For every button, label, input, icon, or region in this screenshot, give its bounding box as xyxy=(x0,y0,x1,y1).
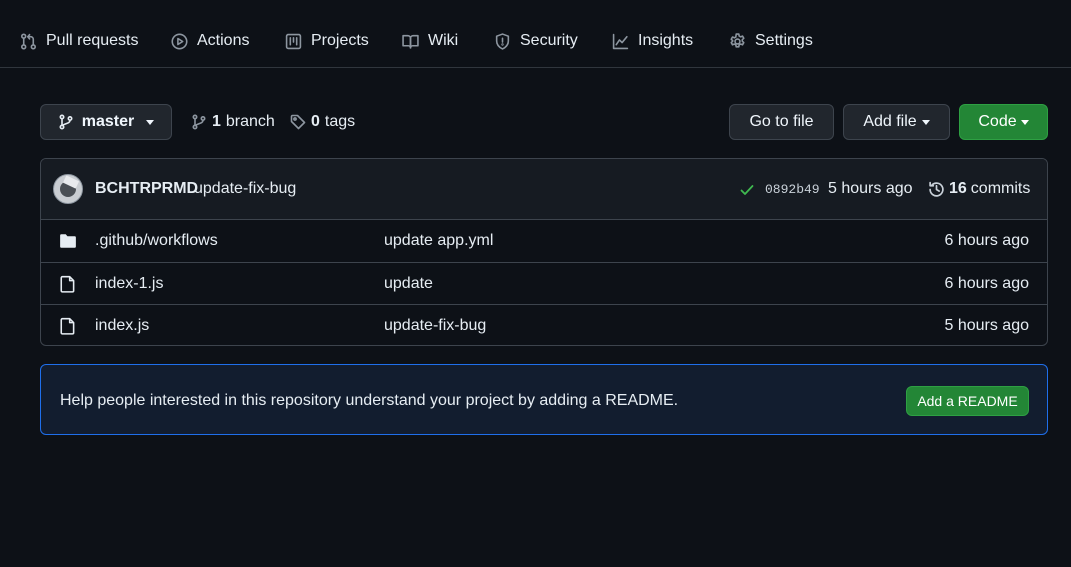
chevron-down-icon xyxy=(921,119,930,125)
repo-nav: Pull requests Actions Projects Wiki Secu… xyxy=(0,0,1071,68)
pull-request-icon xyxy=(21,32,36,50)
history-icon xyxy=(929,181,944,197)
nav-pull-requests[interactable]: Pull requests xyxy=(20,29,139,53)
play-circle-icon xyxy=(171,32,188,50)
readme-banner-text: Help people interested in this repositor… xyxy=(60,392,679,409)
branches-link[interactable]: 1 branch xyxy=(191,110,275,134)
branch-word: branch xyxy=(225,113,275,130)
add-readme-label: Add a README xyxy=(917,393,1018,409)
commit-author[interactable]: BCHTRPRMD xyxy=(95,180,198,198)
tag-word: tags xyxy=(324,113,356,130)
code-button[interactable]: Code xyxy=(959,104,1048,140)
project-board-icon xyxy=(285,33,302,49)
nav-label: Wiki xyxy=(428,32,459,49)
commit-time: 5 hours ago xyxy=(828,180,913,197)
commit-count-word: commits xyxy=(970,180,1031,197)
branch-icon xyxy=(59,114,73,130)
nav-security[interactable]: Security xyxy=(494,29,578,53)
file-name[interactable]: index-1.js xyxy=(95,275,163,293)
tag-count: 0 xyxy=(311,113,320,130)
gear-icon xyxy=(730,32,745,48)
graph-icon xyxy=(612,33,629,49)
file-commit-message[interactable]: update app.yml xyxy=(384,232,493,250)
branch-icon xyxy=(192,114,206,130)
readme-banner: Help people interested in this repositor… xyxy=(40,364,1048,435)
commit-message[interactable]: update-fix-bug xyxy=(194,180,296,198)
avatar[interactable] xyxy=(53,174,83,204)
nav-label: Projects xyxy=(311,32,369,49)
add-file-button[interactable]: Add file xyxy=(843,104,950,140)
latest-commit: BCHTRPRMD update-fix-bug 0892b49 5 hours… xyxy=(41,159,1047,220)
nav-wiki[interactable]: Wiki xyxy=(402,29,458,53)
commit-count: 16 xyxy=(949,180,967,197)
code-label: Code xyxy=(978,113,1017,130)
commits-link[interactable]: 16 commits xyxy=(928,180,1030,198)
file-time: 6 hours ago xyxy=(944,275,1029,292)
file-name[interactable]: index.js xyxy=(95,317,149,335)
branch-selector[interactable]: master xyxy=(40,104,172,140)
folder-icon xyxy=(60,234,76,248)
commit-sha[interactable]: 0892b49 xyxy=(765,182,820,197)
nav-label: Security xyxy=(520,32,578,49)
table-row[interactable]: index.js update-fix-bug 5 hours ago xyxy=(41,304,1047,345)
chevron-down-icon xyxy=(146,119,155,125)
nav-label: Settings xyxy=(755,32,813,49)
nav-insights[interactable]: Insights xyxy=(612,29,693,53)
chevron-down-icon xyxy=(1020,119,1029,125)
file-icon xyxy=(60,275,75,293)
file-time: 6 hours ago xyxy=(944,232,1029,249)
nav-projects[interactable]: Projects xyxy=(285,29,369,53)
tag-icon xyxy=(290,114,306,130)
add-file-label: Add file xyxy=(863,113,917,130)
table-row[interactable]: index-1.js update 6 hours ago xyxy=(41,262,1047,304)
nav-settings[interactable]: Settings xyxy=(729,29,813,53)
go-to-file-button[interactable]: Go to file xyxy=(729,104,834,140)
tags-link[interactable]: 0 tags xyxy=(290,110,355,134)
branch-count: 1 xyxy=(212,113,221,130)
file-name[interactable]: .github/workflows xyxy=(95,232,218,250)
file-icon xyxy=(60,317,75,335)
nav-actions[interactable]: Actions xyxy=(171,29,249,53)
go-to-file-label: Go to file xyxy=(749,113,814,130)
nav-label: Pull requests xyxy=(46,32,139,49)
branch-name: master xyxy=(81,113,135,130)
file-time: 5 hours ago xyxy=(944,317,1029,334)
file-table: BCHTRPRMD update-fix-bug 0892b49 5 hours… xyxy=(40,158,1048,346)
check-icon[interactable] xyxy=(739,182,755,198)
file-commit-message[interactable]: update xyxy=(384,275,433,293)
nav-label: Actions xyxy=(197,32,250,49)
book-icon xyxy=(402,34,419,49)
add-readme-button[interactable]: Add a README xyxy=(906,386,1029,416)
nav-label: Insights xyxy=(638,32,694,49)
file-commit-message[interactable]: update-fix-bug xyxy=(384,317,486,335)
table-row[interactable]: .github/workflows update app.yml 6 hours… xyxy=(41,220,1047,262)
shield-icon xyxy=(495,32,510,50)
